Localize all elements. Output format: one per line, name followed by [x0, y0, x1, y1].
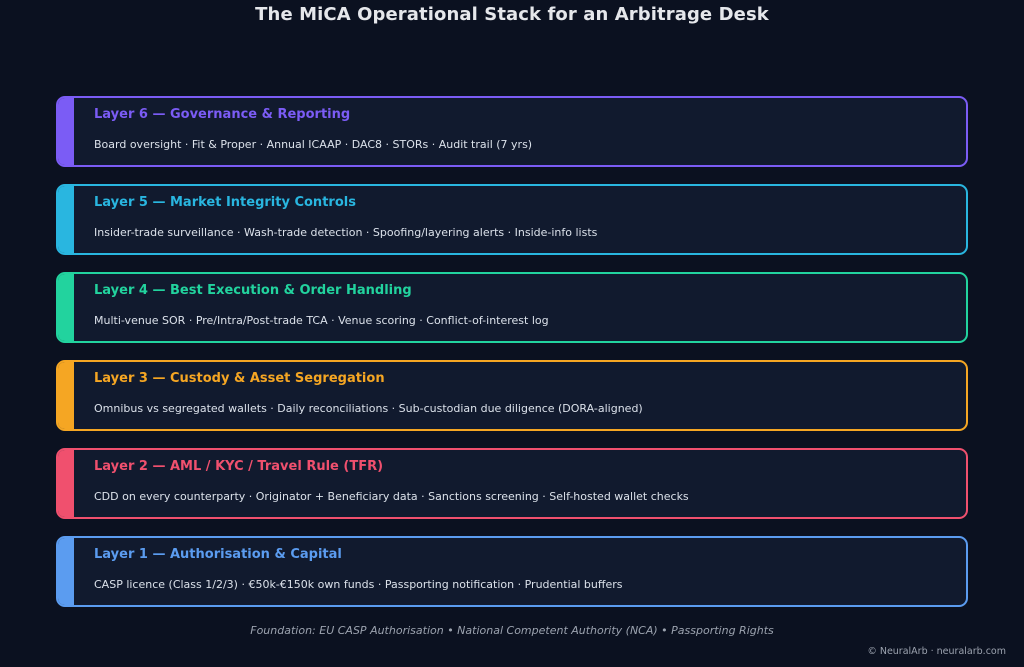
layer-5-title: Layer 5 — Market Integrity Controls	[94, 195, 356, 210]
layer-1-title: Layer 1 — Authorisation & Capital	[94, 547, 342, 562]
layer-5-card: Layer 5 — Market Integrity Controls Insi…	[56, 184, 968, 255]
layer-1-description: CASP licence (Class 1/2/3) · €50k-€150k …	[94, 578, 623, 591]
layer-5-description: Insider-trade surveillance · Wash-trade …	[94, 226, 598, 239]
layer-1-card: Layer 1 — Authorisation & Capital CASP l…	[56, 536, 968, 607]
layer-2-card: Layer 2 — AML / KYC / Travel Rule (TFR) …	[56, 448, 968, 519]
layer-6-accent-bar	[58, 98, 74, 165]
layer-6-card: Layer 6 — Governance & Reporting Board o…	[56, 96, 968, 167]
layer-4-title: Layer 4 — Best Execution & Order Handlin…	[94, 283, 412, 298]
layer-3-title: Layer 3 — Custody & Asset Segregation	[94, 371, 385, 386]
layer-6-title: Layer 6 — Governance & Reporting	[94, 107, 351, 122]
layer-2-description: CDD on every counterparty · Originator +…	[94, 490, 689, 503]
layer-1-accent-bar	[58, 538, 74, 605]
layer-3-accent-bar	[58, 362, 74, 429]
layer-4-accent-bar	[58, 274, 74, 341]
layer-3-card: Layer 3 — Custody & Asset Segregation Om…	[56, 360, 968, 431]
foundation-caption: Foundation: EU CASP Authorisation • Nati…	[250, 624, 774, 637]
copyright-notice: © NeuralArb · neuralarb.com	[867, 646, 1006, 657]
layer-6-description: Board oversight · Fit & Proper · Annual …	[94, 138, 533, 151]
layer-2-title: Layer 2 — AML / KYC / Travel Rule (TFR)	[94, 459, 384, 474]
layer-2-accent-bar	[58, 450, 74, 517]
diagram-canvas: The MiCA Operational Stack for an Arbitr…	[0, 0, 1024, 667]
layer-4-description: Multi-venue SOR · Pre/Intra/Post-trade T…	[94, 314, 549, 327]
layer-3-description: Omnibus vs segregated wallets · Daily re…	[94, 402, 643, 415]
layer-4-card: Layer 4 — Best Execution & Order Handlin…	[56, 272, 968, 343]
layer-5-accent-bar	[58, 186, 74, 253]
diagram-title: The MiCA Operational Stack for an Arbitr…	[255, 4, 769, 25]
